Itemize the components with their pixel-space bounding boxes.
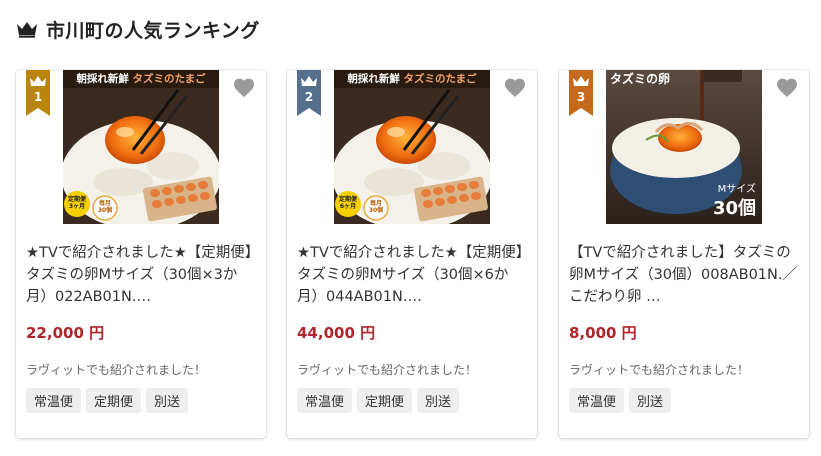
product-note: ラヴィットでも紹介されました！ (26, 363, 207, 377)
product-price: 44,000 円 (297, 324, 376, 342)
tag-separate-shipping: 別送 (417, 388, 460, 413)
monthly-sticker: 毎月 30個 (97, 200, 113, 214)
banner-main-text: 朝採れ新鮮 (347, 73, 400, 85)
heart-icon[interactable] (232, 76, 256, 100)
product-card[interactable]: 2 朝採れ新鮮 タズミのたまご 定期便 6ヶ月 毎月 30個 ★TVで紹介されま… (287, 70, 537, 438)
product-image[interactable]: タズミの卵 Mサイズ 30個 (606, 70, 762, 224)
rank-number: 2 (304, 90, 314, 104)
product-image[interactable]: 朝採れ新鮮 タズミのたまご 定期便 6ヶ月 毎月 30個 (334, 70, 490, 224)
product-name[interactable]: ★TVで紹介されました★【定期便】タズミの卵Mサイズ（30個×6か月）044AB… (297, 242, 525, 308)
ranking-header: 市川町の人気ランキング (16, 14, 260, 44)
product-card[interactable]: 3 タズミの卵 Mサイズ 30個 【TVで紹介されました】タズミの卵Mサイズ（3… (559, 70, 809, 438)
heart-icon[interactable] (775, 76, 799, 100)
tag-list: 常温便 定期便 別送 (297, 388, 460, 413)
tag-separate-shipping: 別送 (629, 388, 672, 413)
product-note: ラヴィットでも紹介されました！ (569, 363, 750, 377)
tag-shipping-type: 常温便 (297, 388, 353, 413)
product-image[interactable]: 朝採れ新鮮 タズミのたまご 定期便 3ヶ月 毎月 30個 (63, 70, 219, 224)
product-name[interactable]: ★TVで紹介されました★【定期便】タズミの卵Mサイズ（30個×3か月）022AB… (26, 242, 254, 308)
count-label: 30個 (712, 198, 756, 219)
size-label: Mサイズ (717, 184, 756, 195)
subscription-sticker: 定期便 6ヶ月 (338, 196, 357, 210)
image-banner: 朝採れ新鮮 タズミのたまご (63, 70, 219, 88)
rank-badge: 1 (26, 70, 50, 116)
tag-subscription: 定期便 (357, 388, 413, 413)
tag-shipping-type: 常温便 (26, 388, 82, 413)
tag-separate-shipping: 別送 (146, 388, 189, 413)
image-banner: 朝採れ新鮮 タズミのたまご (334, 70, 490, 88)
rank-badge: 3 (569, 70, 593, 116)
banner-accent-text: タズミのたまご (403, 73, 477, 85)
subscription-sticker: 定期便 3ヶ月 (67, 196, 86, 210)
product-name[interactable]: 【TVで紹介されました】タズミの卵Mサイズ（30個）008AB01N.／こだわり… (569, 242, 797, 308)
tag-list: 常温便 定期便 別送 (26, 388, 189, 413)
tag-subscription: 定期便 (86, 388, 142, 413)
product-note: ラヴィットでも紹介されました！ (297, 363, 478, 377)
rank-number: 1 (33, 90, 43, 104)
monthly-sticker: 毎月 30個 (368, 200, 384, 214)
heart-icon[interactable] (503, 76, 527, 100)
tag-list: 常温便 別送 (569, 388, 672, 413)
banner-main-text: タズミの卵 (610, 72, 671, 86)
page-title: 市川町の人気ランキング (46, 19, 260, 42)
banner-main-text: 朝採れ新鮮 (76, 73, 129, 85)
crown-icon (17, 22, 37, 38)
rank-number: 3 (576, 90, 586, 104)
product-card[interactable]: 1 朝採れ新鮮 タズミのたまご 定期便 3ヶ月 毎月 30個 ★TVで紹介されま… (16, 70, 266, 438)
tag-shipping-type: 常温便 (569, 388, 625, 413)
rank-badge: 2 (297, 70, 321, 116)
product-price: 22,000 円 (26, 324, 105, 342)
image-banner: タズミの卵 (606, 70, 762, 88)
product-price: 8,000 円 (569, 324, 637, 342)
banner-accent-text: タズミのたまご (132, 73, 206, 85)
